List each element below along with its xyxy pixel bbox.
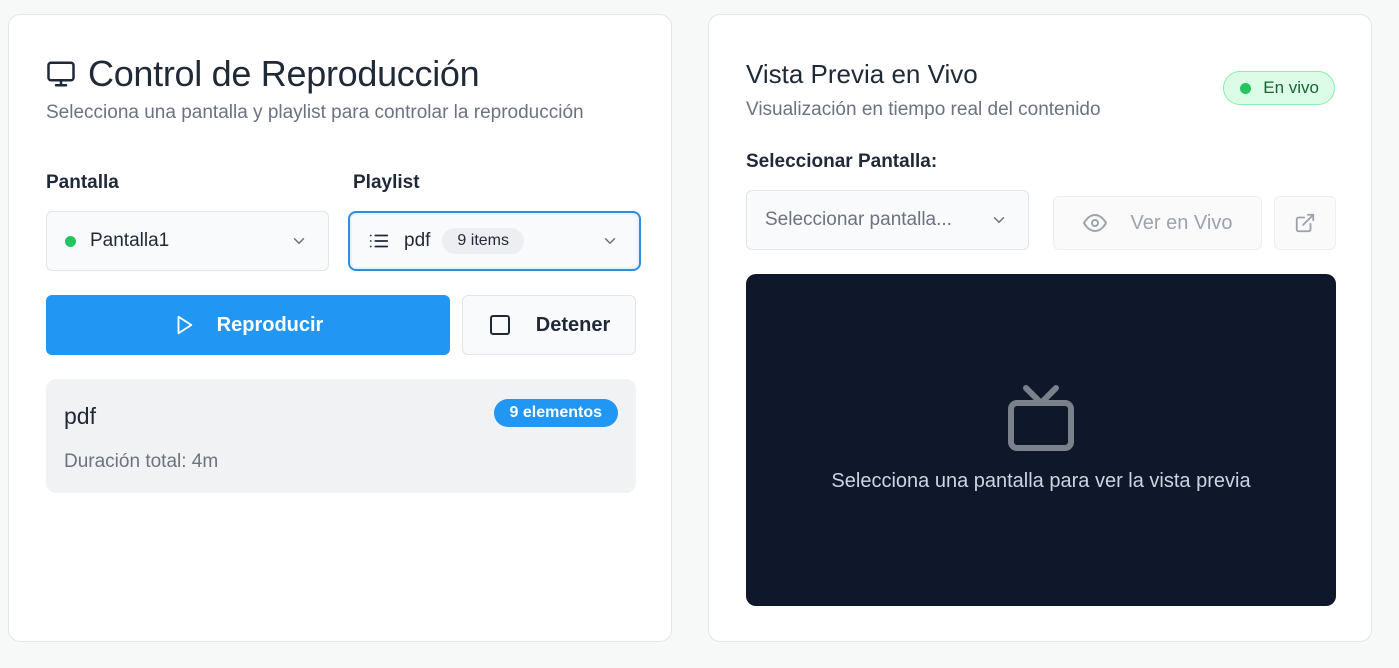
playlist-duration: Duración total: 4m [64, 451, 219, 472]
live-dot [1240, 82, 1252, 94]
play-icon [177, 315, 192, 335]
stop-icon [489, 315, 510, 335]
live-preview-card: Vista Previa en Vivo Visualización en ti… [708, 14, 1372, 642]
playback-title-row: Control de Reproducción [46, 53, 480, 95]
select-screen-label: Seleccionar Pantalla: [746, 151, 938, 172]
external-link-icon [1295, 213, 1315, 233]
open-external-button[interactable] [1274, 196, 1336, 250]
playlist-select-value: pdf [404, 230, 431, 251]
play-button[interactable]: Reproducir [46, 295, 450, 355]
play-button-label: Reproducir [216, 313, 324, 336]
chevron-down-icon [604, 238, 616, 244]
live-badge-label: En vivo [1263, 78, 1319, 97]
screen-status-dot [65, 235, 76, 247]
preview-empty-message: Selecciona una pantalla para ver la vist… [831, 470, 1251, 492]
eye-icon [1082, 214, 1107, 232]
playlist-label: Playlist [353, 172, 420, 193]
stop-button-label: Detener [535, 313, 611, 336]
chevron-down-icon [993, 217, 1005, 223]
playlist-select[interactable]: pdf 9 items [348, 211, 641, 271]
stop-button[interactable]: Detener [462, 295, 636, 355]
playback-control-card: Control de Reproducción Selecciona una p… [8, 14, 672, 642]
preview-title: Vista Previa en Vivo [746, 59, 978, 89]
page-title: Control de Reproducción [88, 53, 480, 94]
playlist-items-badge: 9 items [442, 228, 524, 254]
screen-select[interactable]: Pantalla1 [46, 211, 329, 271]
view-live-button[interactable]: Ver en Vivo [1053, 196, 1262, 250]
preview-screen-select[interactable]: Seleccionar pantalla... [746, 190, 1029, 250]
chevron-down-icon [293, 238, 305, 244]
screen-select-value: Pantalla1 [90, 230, 170, 251]
live-status-badge: En vivo [1223, 71, 1335, 105]
view-live-label: Ver en Vivo [1130, 211, 1233, 234]
playlist-count-badge: 9 elementos [493, 399, 618, 427]
list-icon [369, 234, 389, 248]
screen-label: Pantalla [46, 172, 119, 193]
preview-screen-placeholder: Seleccionar pantalla... [765, 209, 952, 230]
playlist-info-box: pdf 9 elementos Duración total: 4m [46, 379, 636, 493]
playlist-info-name: pdf [64, 403, 96, 429]
preview-area: Selecciona una pantalla para ver la vist… [746, 274, 1336, 606]
playback-subtitle: Selecciona una pantalla y playlist para … [46, 102, 584, 123]
monitor-icon [46, 59, 76, 89]
tv-icon [1008, 385, 1074, 451]
preview-subtitle: Visualización en tiempo real del conteni… [746, 99, 1101, 120]
